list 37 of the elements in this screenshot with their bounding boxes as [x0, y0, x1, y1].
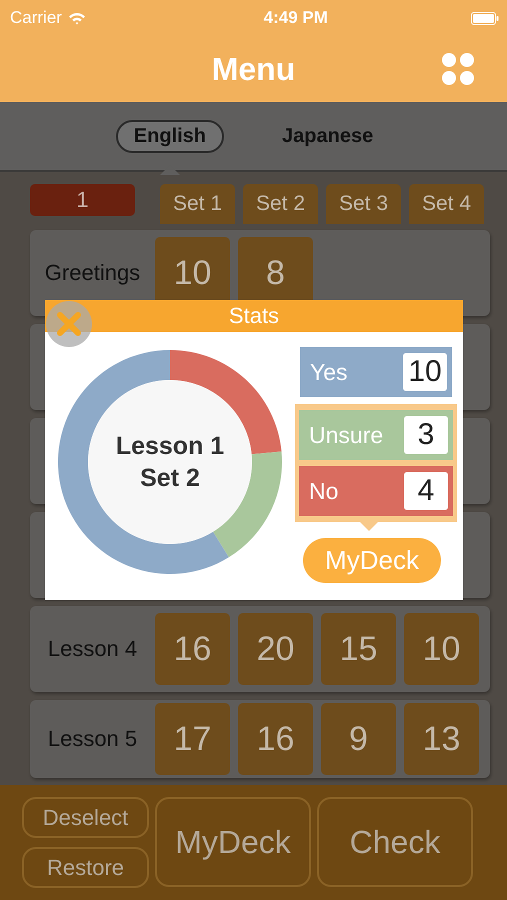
nav-title: Menu: [212, 50, 296, 88]
lesson-label: Greetings: [44, 260, 142, 286]
level-badge[interactable]: 1: [30, 184, 135, 216]
set-header[interactable]: Set 4: [409, 184, 484, 224]
carrier-label: Carrier: [10, 8, 62, 28]
bar-button[interactable]: Restore: [22, 847, 149, 888]
set-count-cell[interactable]: 17: [155, 703, 230, 775]
battery-icon: [471, 12, 499, 24]
donut-center-label: Lesson 1: [116, 430, 224, 462]
set-count-cell[interactable]: 10: [404, 613, 479, 685]
set-count-cell[interactable]: 15: [321, 613, 396, 685]
set-count-cell[interactable]: 16: [238, 703, 313, 775]
close-icon[interactable]: [45, 300, 93, 348]
language-tab[interactable]: Japanese: [264, 120, 392, 152]
dialog-title: Stats: [45, 300, 463, 332]
set-header[interactable]: Set 3: [326, 184, 401, 224]
lesson-row[interactable]: Lesson 4 16 20 15 10: [30, 606, 490, 692]
set-count-cell[interactable]: 13: [404, 703, 479, 775]
set-header[interactable]: Set 2: [243, 184, 318, 224]
status-time: 4:49 PM: [262, 8, 329, 28]
bar-button[interactable]: Deselect: [22, 797, 149, 838]
bar-button[interactable]: MyDeck: [155, 797, 311, 887]
set-count-cell[interactable]: 16: [155, 613, 230, 685]
set-header[interactable]: Set 1: [160, 184, 235, 224]
lesson-label: Lesson 4: [46, 636, 138, 662]
answer-count[interactable]: Yes 10: [300, 347, 452, 397]
wifi-icon: [68, 12, 86, 24]
set-count-cell[interactable]: 20: [238, 613, 313, 685]
set-count-cell[interactable]: 9: [321, 703, 396, 775]
answer-count[interactable]: No 4: [299, 466, 453, 516]
language-tab[interactable]: English: [116, 120, 224, 152]
bar-button[interactable]: Check: [317, 797, 473, 887]
grid-menu-icon[interactable]: [441, 52, 475, 86]
answer-count[interactable]: Unsure 3: [299, 410, 453, 460]
donut-center-label: Set 2: [140, 463, 200, 494]
lesson-label: Lesson 5: [46, 726, 138, 752]
lesson-row[interactable]: Lesson 5 17 16 9 13: [30, 700, 490, 778]
